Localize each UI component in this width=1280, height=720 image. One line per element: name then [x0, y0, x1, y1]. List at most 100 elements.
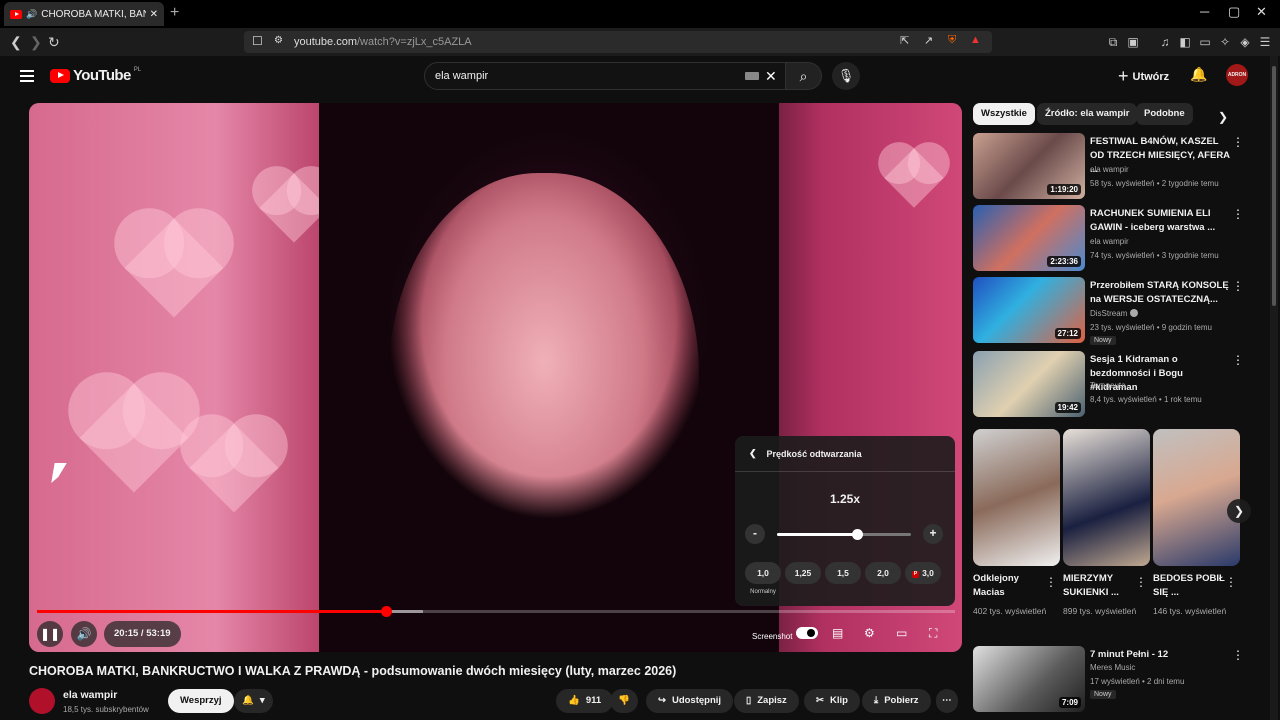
- maximize-button[interactable]: ▢: [1228, 4, 1240, 20]
- rewards-icon[interactable]: ▲: [970, 34, 981, 46]
- mute-button[interactable]: 🔊: [71, 621, 97, 647]
- download-button[interactable]: ⤓ Pobierz: [862, 689, 931, 713]
- search-input[interactable]: ela wampir ✕: [424, 62, 786, 90]
- reader-icon[interactable]: ▣: [1126, 35, 1140, 49]
- progress-played: [37, 610, 386, 613]
- shorts-next-icon[interactable]: ❯: [1227, 499, 1251, 523]
- more-options-icon[interactable]: ⋮: [1232, 353, 1244, 367]
- clip-label: Klip: [829, 695, 848, 706]
- related-video[interactable]: 7:09 7 minut Pełni - 12 Meres Music 17 w…: [973, 646, 1263, 714]
- short-views: 146 tys. wyświetleń: [1153, 606, 1227, 616]
- clear-search-icon[interactable]: ✕: [765, 68, 777, 85]
- chip-similar[interactable]: Podobne: [1136, 103, 1193, 125]
- pause-button[interactable]: ❚❚: [37, 621, 63, 647]
- related-video[interactable]: 19:42 Sesja 1 Kidraman o bezdomności i B…: [973, 351, 1263, 419]
- related-video[interactable]: 2:23:36 RACHUNEK SUMIENIA ELI GAWIN - ic…: [973, 205, 1263, 273]
- close-window-button[interactable]: ✕: [1256, 4, 1267, 20]
- chip-all[interactable]: Wszystkie: [973, 103, 1035, 125]
- channel-avatar[interactable]: [29, 688, 55, 714]
- progress-scrubber[interactable]: [380, 606, 392, 617]
- speaker-icon: 🔊: [26, 8, 38, 19]
- more-options-icon[interactable]: ⋮: [1232, 279, 1244, 293]
- forward-icon[interactable]: ❯: [30, 34, 42, 51]
- reload-icon[interactable]: ↻: [48, 34, 60, 51]
- speed-slider[interactable]: [777, 529, 911, 540]
- more-options-icon[interactable]: ⋮: [1225, 575, 1237, 589]
- notifications-bell-icon[interactable]: 🔔: [1190, 66, 1207, 83]
- like-button[interactable]: 👍 911: [556, 689, 614, 713]
- video-player[interactable]: ❮ Prędkość odtwarzania 1.25x - + 1,0 1,2…: [29, 103, 962, 652]
- music-icon[interactable]: ♫: [1158, 35, 1172, 49]
- more-options-icon[interactable]: ⋮: [1045, 575, 1057, 589]
- more-options-icon[interactable]: ⋮: [1135, 575, 1147, 589]
- site-info-icon[interactable]: ⚙: [274, 35, 283, 46]
- speed-decrease-button[interactable]: -: [745, 524, 765, 544]
- short-item[interactable]: MIERZYMY SUKIENKI ... ⋮ 899 tys. wyświet…: [1063, 429, 1150, 616]
- miniplayer-icon[interactable]: ▭: [896, 626, 907, 640]
- speed-preset-2[interactable]: 2,0: [865, 562, 901, 584]
- speed-panel-header[interactable]: ❮ Prędkość odtwarzania: [735, 436, 955, 472]
- account-avatar[interactable]: ADRON: [1226, 64, 1248, 86]
- speed-preset-3[interactable]: P 3,0: [905, 562, 941, 584]
- speed-preset-1[interactable]: 1,0: [745, 562, 781, 584]
- wallet-icon[interactable]: ▭: [1198, 35, 1212, 49]
- related-video[interactable]: 27:12 Przerobiłem STARĄ KONSOLĘ na WERSJ…: [973, 277, 1263, 345]
- hamburger-menu-icon[interactable]: [20, 70, 34, 82]
- create-button[interactable]: + Utwórz: [1118, 66, 1169, 87]
- short-item[interactable]: Odklejony Macias ⋮ 402 tys. wyświetleń: [973, 429, 1060, 616]
- extensions-icon[interactable]: ⧉: [1106, 35, 1120, 49]
- short-title: MIERZYMY SUKIENKI ...: [1063, 573, 1119, 598]
- more-options-icon[interactable]: ⋮: [1232, 135, 1244, 149]
- new-tab-button[interactable]: +: [170, 4, 179, 22]
- clip-button[interactable]: ✂ Klip: [804, 689, 860, 713]
- notification-bell-button[interactable]: 🔔 ▾: [234, 689, 273, 713]
- chips-next-icon[interactable]: ❯: [1218, 110, 1228, 124]
- share-icon[interactable]: ↗: [924, 34, 933, 47]
- short-thumbnail: [1063, 429, 1150, 566]
- speed-preset-1-5[interactable]: 1,5: [825, 562, 861, 584]
- voice-search-button[interactable]: 🎙: [832, 62, 860, 90]
- minimize-button[interactable]: ─: [1200, 4, 1209, 19]
- settings-gear-icon[interactable]: ⚙: [864, 626, 875, 640]
- new-badge: Nowy: [1090, 690, 1116, 699]
- brave-shield-icon[interactable]: ⛨: [948, 34, 956, 47]
- progress-bar[interactable]: [37, 606, 955, 617]
- vpn-icon[interactable]: ◈: [1238, 35, 1252, 49]
- thumbs-up-icon: 👍: [568, 695, 580, 706]
- back-chevron-icon[interactable]: ❮: [749, 448, 757, 459]
- download-icon: ⤓: [874, 695, 879, 706]
- related-channel: ela wampir: [1090, 237, 1129, 246]
- page-scrollbar[interactable]: [1270, 56, 1278, 720]
- address-bar[interactable]: ☐ ⚙ youtube.com/watch?v=zjLx_c5AZLA ⇱ ↗ …: [244, 31, 992, 53]
- back-icon[interactable]: ❮: [10, 34, 22, 51]
- support-button[interactable]: Wesprzyj: [168, 689, 234, 713]
- dislike-button[interactable]: 👎: [610, 689, 638, 713]
- more-options-icon[interactable]: ⋮: [1232, 648, 1244, 662]
- short-item[interactable]: BEDOES POBIŁ SIĘ ... ⋮ 146 tys. wyświetl…: [1153, 429, 1240, 616]
- bookmark-icon[interactable]: ☐: [252, 34, 263, 48]
- sidebar-icon[interactable]: ◧: [1178, 35, 1192, 49]
- speed-preset-1-25[interactable]: 1,25: [785, 562, 821, 584]
- search-button[interactable]: ⌕: [786, 62, 822, 90]
- related-video[interactable]: 1:19:20 FESTIWAL B4NÓW, KASZEL OD TRZECH…: [973, 133, 1263, 201]
- channel-name[interactable]: ela wampir: [63, 689, 117, 701]
- save-button[interactable]: ▯ Zapisz: [734, 689, 799, 713]
- leo-icon[interactable]: ✧: [1218, 35, 1232, 49]
- more-actions-button[interactable]: ⋯: [936, 689, 958, 713]
- speed-increase-button[interactable]: +: [923, 524, 943, 544]
- open-external-icon[interactable]: ⇱: [900, 34, 909, 47]
- close-tab-icon[interactable]: ✕: [150, 9, 158, 20]
- browser-tab[interactable]: 🔊 CHOROBA MATKI, BANKRUCTWO ✕: [4, 2, 164, 26]
- speed-slider-thumb[interactable]: [852, 529, 864, 540]
- fullscreen-icon[interactable]: ⛶: [929, 626, 937, 641]
- menu-icon[interactable]: ☰: [1258, 35, 1272, 49]
- new-badge: Nowy: [1090, 336, 1116, 345]
- more-options-icon[interactable]: ⋮: [1232, 207, 1244, 221]
- keyboard-icon[interactable]: [745, 72, 759, 80]
- youtube-logo[interactable]: YouTube PL: [50, 67, 141, 84]
- scrollbar-thumb[interactable]: [1272, 66, 1276, 306]
- share-button[interactable]: ↪ Udostępnij: [646, 689, 734, 713]
- chip-source[interactable]: Źródło: ela wampir: [1037, 103, 1138, 125]
- subtitles-icon[interactable]: ▤: [832, 626, 843, 640]
- autoplay-toggle[interactable]: [796, 627, 818, 639]
